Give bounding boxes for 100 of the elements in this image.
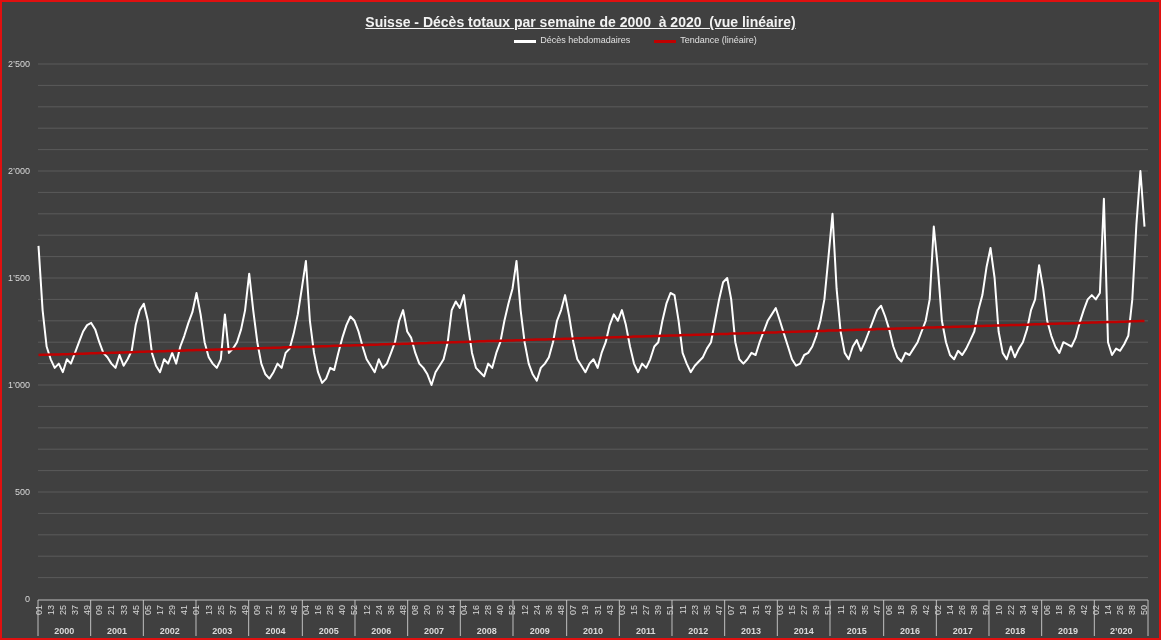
x-tick-label: 08 [410, 605, 421, 615]
x-tick-label: 06 [884, 605, 895, 615]
x-tick-label: 15 [629, 605, 639, 615]
x-tick-label: 49 [240, 605, 251, 615]
year-label: 2016 [900, 626, 920, 636]
x-tick-label: 44 [446, 605, 457, 615]
x-tick-label: 48 [556, 605, 567, 615]
x-tick-label: 35 [859, 605, 870, 615]
y-tick-label: 1’500 [7, 273, 30, 283]
year-label: 2008 [476, 626, 497, 636]
x-tick-label: 11 [835, 605, 846, 615]
year-label: 2015 [846, 626, 867, 636]
x-tick-label: 20 [422, 605, 433, 615]
x-tick-label: 27 [799, 605, 810, 615]
x-tick-label: 03 [774, 605, 785, 615]
x-tick-label: 34 [1017, 605, 1028, 615]
x-tick-label: 50 [1139, 605, 1150, 615]
year-label: 2009 [529, 626, 550, 636]
x-tick-label: 09 [94, 605, 105, 615]
x-tick-label: 31 [750, 605, 761, 615]
x-tick-label: 33 [118, 605, 129, 615]
x-tick-label: 15 [787, 605, 797, 615]
x-tick-label: 50 [981, 605, 992, 615]
x-tick-label: 45 [288, 605, 299, 615]
x-tick-label: 14 [1103, 605, 1113, 615]
year-label: 2012 [688, 626, 709, 636]
x-tick-label: 48 [398, 605, 409, 615]
x-tick-label: 07 [568, 605, 579, 615]
x-tick-label: 39 [811, 605, 822, 615]
x-tick-label: 16 [471, 605, 481, 615]
x-tick-label: 31 [592, 605, 603, 615]
x-tick-label: 49 [82, 605, 93, 615]
x-tick-label: 03 [616, 605, 627, 615]
x-tick-label: 13 [45, 605, 56, 615]
year-label: 2018 [1005, 626, 1026, 636]
year-label: 2004 [265, 626, 286, 636]
x-tick-label: 38 [1127, 605, 1138, 615]
x-tick-label: 24 [531, 605, 542, 615]
y-tick-label: 2’500 [7, 59, 30, 69]
x-tick-label: 18 [896, 605, 907, 615]
x-tick-label: 28 [325, 605, 336, 615]
x-tick-label: 35 [701, 605, 712, 615]
x-tick-label: 25 [57, 605, 68, 615]
x-tick-label: 26 [957, 605, 968, 615]
x-tick-label: 11 [677, 605, 688, 615]
x-tick-label: 04 [300, 605, 311, 615]
year-label: 2013 [741, 626, 761, 636]
x-tick-label: 43 [762, 605, 773, 615]
x-tick-label: 52 [349, 605, 360, 615]
x-tick-label: 23 [689, 605, 700, 615]
x-tick-label: 13 [203, 605, 214, 615]
x-tick-label: 12 [519, 605, 530, 615]
y-tick-label: 2’000 [7, 166, 30, 176]
x-tick-label: 12 [361, 605, 372, 615]
x-tick-label: 37 [227, 605, 238, 615]
x-tick-label: 51 [823, 605, 834, 615]
x-tick-label: 23 [847, 605, 858, 615]
x-tick-label: 09 [252, 605, 263, 615]
x-tick-label: 41 [179, 605, 190, 615]
year-label: 2019 [1058, 626, 1078, 636]
year-label: 2011 [635, 626, 656, 636]
x-tick-label: 07 [726, 605, 737, 615]
chart-title: Suisse - Décès totaux par semaine de 2000 à 2020 (vue linéaire) [365, 14, 796, 30]
x-tick-label: 32 [434, 605, 445, 615]
x-tick-label: 45 [130, 605, 141, 615]
x-tick-label: 02 [1090, 605, 1101, 615]
x-tick-label: 25 [215, 605, 226, 615]
year-label: 2010 [583, 626, 603, 636]
year-label: 2017 [952, 626, 973, 636]
x-tick-label: 40 [495, 605, 506, 615]
year-label: 2000 [54, 626, 75, 636]
x-tick-label: 10 [993, 605, 1004, 615]
x-tick-label: 39 [653, 605, 664, 615]
x-tick-label: 02 [932, 605, 943, 615]
legend-line-icon [514, 39, 537, 43]
y-tick-label: 500 [14, 487, 30, 497]
year-label: 2005 [318, 626, 339, 636]
x-tick-label: 40 [337, 605, 348, 615]
year-label: 2001 [107, 626, 127, 636]
x-tick-label: 46 [1030, 605, 1041, 615]
x-tick-label: 19 [580, 605, 591, 615]
x-tick-label: 52 [507, 605, 518, 615]
x-tick-label: 18 [1054, 605, 1065, 615]
x-tick-label: 36 [543, 605, 554, 615]
x-tick-label: 22 [1005, 605, 1016, 615]
x-tick-label: 27 [641, 605, 652, 615]
year-label: 2’020 [1109, 626, 1133, 636]
x-tick-label: 38 [969, 605, 980, 615]
x-tick-label: 05 [142, 605, 153, 615]
x-tick-label: 33 [276, 605, 287, 615]
x-tick-label: 29 [167, 605, 178, 615]
x-tick-label: 36 [385, 605, 396, 615]
x-tick-label: 19 [738, 605, 749, 615]
legend-line-icon [654, 39, 677, 43]
x-tick-label: 30 [1066, 605, 1077, 615]
year-label: 2007 [424, 626, 444, 636]
x-tick-label: 37 [69, 605, 80, 615]
x-tick-label: 14 [945, 605, 955, 615]
x-tick-label: 43 [604, 605, 615, 615]
x-tick-label: 01 [33, 605, 44, 615]
